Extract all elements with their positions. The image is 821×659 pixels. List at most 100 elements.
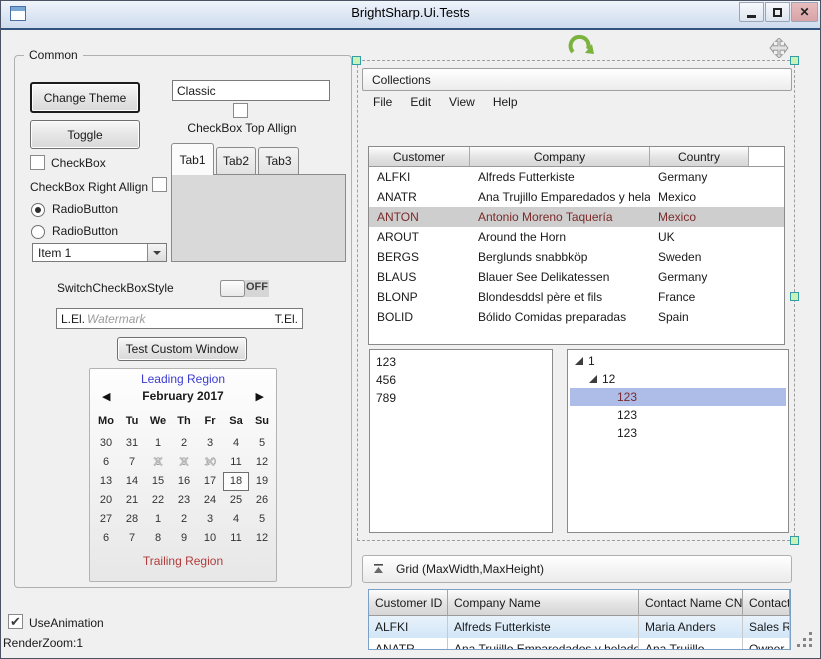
column-header[interactable]: Company [470, 147, 650, 167]
calendar-day[interactable]: 30 [93, 434, 119, 453]
calendar-day[interactable]: 6 [93, 529, 119, 548]
calendar-day[interactable]: 8✕ [145, 453, 171, 472]
calendar-day[interactable]: 10 [197, 529, 223, 548]
menu-item-file[interactable]: File [364, 93, 401, 111]
checkbox-right-align[interactable] [152, 177, 167, 192]
calendar-day[interactable]: 31 [119, 434, 145, 453]
calendar-day[interactable]: 11 [223, 529, 249, 548]
calendar-day[interactable]: 2 [171, 434, 197, 453]
calendar-day[interactable]: 3 [197, 434, 223, 453]
menu-item-help[interactable]: Help [484, 93, 527, 111]
calendar-day[interactable]: 7 [119, 529, 145, 548]
calendar-day[interactable]: 20 [93, 491, 119, 510]
column-header[interactable]: Contact [743, 590, 790, 616]
column-header[interactable]: Company Name [448, 590, 639, 616]
theme-textbox[interactable]: Classic [172, 80, 330, 101]
toggle-button[interactable]: Toggle [30, 120, 140, 149]
tree-item[interactable]: 1 [570, 352, 786, 370]
calendar-day[interactable]: 5 [249, 434, 275, 453]
tree-item[interactable]: 123 [570, 406, 786, 424]
table-row[interactable]: ALFKIAlfreds FutterkisteMaria AndersSale… [369, 616, 790, 638]
table-row[interactable]: BOLIDBólido Comidas preparadasSpain [369, 307, 784, 327]
tree-item[interactable]: 123 [570, 424, 786, 442]
switch-checkbox[interactable]: OFF [220, 280, 269, 297]
radio-button-2[interactable] [31, 225, 45, 239]
table-row[interactable]: ANATRAna Trujillo Emparedados y helaMexi… [369, 187, 784, 207]
column-header[interactable]: Country [650, 147, 749, 167]
radio-button-1[interactable] [31, 203, 45, 217]
calendar-day[interactable]: 15 [145, 472, 171, 491]
watermark-textbox[interactable]: L.El. Watermark T.El. [56, 308, 303, 329]
grid-expander-header[interactable]: Grid (MaxWidth,MaxHeight) [362, 555, 792, 583]
resize-grip-icon[interactable] [797, 632, 813, 648]
checkbox-top-align[interactable] [233, 103, 248, 118]
collections-header[interactable]: Collections [362, 68, 792, 91]
calendar-day[interactable]: 6 [93, 453, 119, 472]
calendar-day[interactable]: 27 [93, 510, 119, 529]
selection-handle-mid-right[interactable] [790, 292, 799, 301]
calendar-day[interactable]: 18 [223, 472, 249, 491]
calendar-day[interactable]: 4 [223, 510, 249, 529]
tree-item[interactable]: 12 [570, 370, 786, 388]
tab-tab1[interactable]: Tab1 [171, 143, 214, 175]
collapse-icon[interactable] [373, 564, 384, 574]
calendar-day[interactable]: 12 [249, 453, 275, 472]
tab-tab2[interactable]: Tab2 [216, 147, 256, 174]
calendar-day[interactable]: 2 [171, 510, 197, 529]
use-animation-checkbox[interactable]: ✔ [8, 614, 23, 629]
change-theme-button[interactable]: Change Theme [30, 82, 140, 113]
tree-expander-icon[interactable] [589, 375, 597, 383]
calendar-day[interactable]: 16 [171, 472, 197, 491]
calendar-day[interactable]: 9 [171, 529, 197, 548]
calendar-day[interactable]: 9✕ [171, 453, 197, 472]
arrow-right-icon[interactable]: ▶ [256, 390, 264, 403]
table-row[interactable]: ALFKIAlfreds FutterkisteGermany [369, 167, 784, 187]
calendar-day[interactable]: 23 [171, 491, 197, 510]
calendar-day[interactable]: 14 [119, 472, 145, 491]
calendar-day[interactable]: 25 [223, 491, 249, 510]
calendar-day[interactable]: 22 [145, 491, 171, 510]
calendar-day[interactable]: 5 [249, 510, 275, 529]
table-row[interactable]: BLONPBlondesddsl père et filsFrance [369, 287, 784, 307]
chevron-down-icon[interactable] [147, 244, 166, 261]
tree-expander-icon[interactable] [575, 357, 583, 365]
calendar-day[interactable]: 19 [249, 472, 275, 491]
list-item[interactable]: 123 [370, 353, 552, 371]
maximize-button[interactable] [765, 2, 790, 22]
switch-thumb[interactable] [220, 280, 245, 297]
calendar-day[interactable]: 7 [119, 453, 145, 472]
list-item[interactable]: 456 [370, 371, 552, 389]
table-row[interactable]: BERGSBerglunds snabbköpSweden [369, 247, 784, 267]
close-button[interactable]: ✕ [791, 2, 818, 22]
calendar-day[interactable]: 24 [197, 491, 223, 510]
menu-item-view[interactable]: View [440, 93, 484, 111]
calendar-day[interactable]: 12 [249, 529, 275, 548]
table-row[interactable]: ANATRAna Trujillo Emparedados y heladosA… [369, 638, 790, 650]
selection-handle-top-right[interactable] [790, 56, 799, 65]
calendar-day[interactable]: 28 [119, 510, 145, 529]
table-row[interactable]: ANTONAntonio Moreno TaqueríaMexico [369, 207, 784, 227]
list-item[interactable]: 789 [370, 389, 552, 407]
refresh-icon[interactable] [567, 33, 595, 64]
table-row[interactable]: AROUTAround the HornUK [369, 227, 784, 247]
calendar-day[interactable]: 1 [145, 434, 171, 453]
calendar-day[interactable]: 21 [119, 491, 145, 510]
title-bar[interactable]: BrightSharp.Ui.Tests ✕ [0, 0, 821, 30]
selection-handle-top-left[interactable] [352, 56, 361, 65]
calendar-day[interactable]: 26 [249, 491, 275, 510]
selection-handle-bottom-right[interactable] [790, 536, 799, 545]
menu-item-edit[interactable]: Edit [401, 93, 440, 111]
tab-tab3[interactable]: Tab3 [258, 147, 299, 174]
calendar-day[interactable]: 13 [93, 472, 119, 491]
test-custom-window-button[interactable]: Test Custom Window [117, 337, 247, 361]
calendar-day[interactable]: 1 [145, 510, 171, 529]
item-combobox[interactable]: Item 1 [32, 243, 167, 262]
calendar-day[interactable]: 8 [145, 529, 171, 548]
calendar-day[interactable]: 3 [197, 510, 223, 529]
column-header[interactable]: Customer [369, 147, 470, 167]
minimize-button[interactable] [739, 2, 764, 22]
calendar-day[interactable]: 17 [197, 472, 223, 491]
calendar-day[interactable]: 10✕ [197, 453, 223, 472]
column-header[interactable]: Customer ID [369, 590, 448, 616]
calendar-day[interactable]: 4 [223, 434, 249, 453]
